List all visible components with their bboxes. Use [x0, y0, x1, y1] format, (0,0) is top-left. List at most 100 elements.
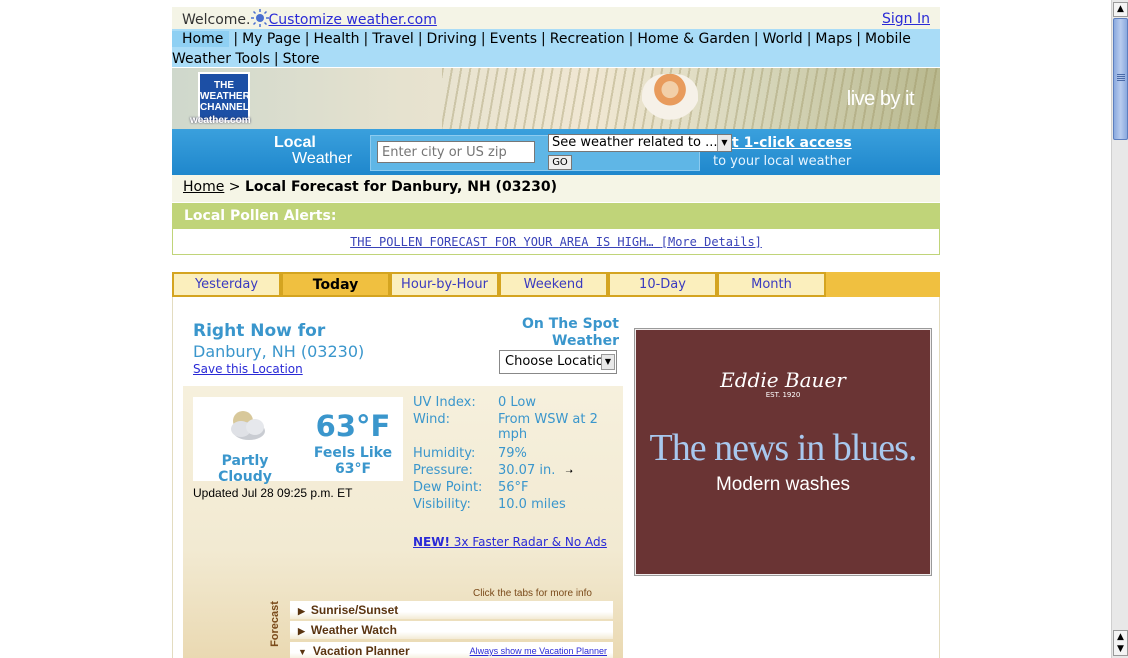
logo-line: CHANNEL — [200, 102, 249, 113]
nav-item-maps[interactable]: Maps — [815, 31, 852, 47]
weather-related-select[interactable]: See weather related to ... ▼ — [548, 134, 732, 152]
tab-hour-by-hour[interactable]: Hour-by-Hour — [390, 272, 499, 297]
detail-value: 0 Low — [498, 395, 537, 410]
conditions-details: UV Index: 0 Low Wind: From WSW at 2 mph Hu… — [413, 395, 618, 514]
banner-person-image — [642, 74, 698, 126]
detail-label: Visibility: — [413, 497, 471, 512]
forecast-tabs-hint: Click the tabs for more info — [473, 588, 592, 599]
pollen-more-details: [More Details] — [660, 235, 762, 249]
city-search-input[interactable] — [377, 141, 535, 163]
sunrise-sunset-tab[interactable]: ▶ Sunrise/Sunset — [290, 601, 613, 619]
nav-separator: | — [273, 51, 279, 67]
detail-row: Wind: From WSW at 2 mph — [413, 412, 618, 446]
choose-location-select[interactable]: Choose Locatio ▼ — [499, 350, 617, 374]
always-show-vacation-link[interactable]: Always show me Vacation Planner — [470, 646, 607, 656]
breadcrumb-current: Local Forecast for Danbury, NH (03230) — [244, 179, 558, 195]
advertisement[interactable]: Eddie Bauer EST. 1920 The news in blues.… — [634, 328, 932, 576]
detail-value: 10.0 miles — [498, 497, 566, 512]
expand-arrow-icon: ▶ — [298, 606, 305, 616]
scroll-thumb[interactable] — [1113, 18, 1128, 140]
pollen-alert-link[interactable]: THE POLLEN FORECAST FOR YOUR AREA IS HIG… — [350, 235, 762, 249]
nav-item-recreation[interactable]: Recreation — [550, 31, 625, 47]
tab-today[interactable]: Today — [281, 272, 390, 297]
nav-separator: | — [856, 31, 861, 47]
pressure-value: 30.07 in. — [498, 463, 556, 478]
forecast-tab-label: Sunrise/Sunset — [310, 603, 399, 617]
nav-separator: | — [541, 31, 546, 47]
nav-item-home-garden[interactable]: Home & Garden — [637, 31, 749, 47]
ad-brand-logo: Eddie Bauer — [720, 368, 846, 392]
go-button[interactable]: GO — [548, 155, 572, 170]
chevron-down-icon: ▼ — [601, 354, 615, 370]
forecast-vertical-label: Forecast — [269, 596, 290, 656]
forecast-tab-label: Weather Watch — [310, 623, 397, 637]
tab-10-day[interactable]: 10-Day — [608, 272, 717, 297]
radar-new-label: NEW! — [413, 535, 450, 549]
right-now-location: Danbury, NH (03230) — [193, 342, 365, 361]
nav-separator: | — [304, 31, 310, 47]
forecast-tab-label: Vacation Planner — [312, 644, 410, 658]
detail-label: Dew Point: — [413, 480, 483, 495]
main-content: Right Now for Danbury, NH (03230) Save t… — [172, 297, 940, 658]
tab-yesterday[interactable]: Yesterday — [172, 272, 281, 297]
radar-link-text: 3x Faster Radar & No Ads — [449, 535, 607, 549]
tab-month[interactable]: Month — [717, 272, 826, 297]
detail-value: 30.07 in. ➝ — [498, 463, 616, 478]
right-now-title: Right Now for — [193, 321, 326, 341]
detail-row: Pressure: 30.07 in. ➝ — [413, 463, 618, 480]
sun-icon — [250, 9, 269, 27]
breadcrumb-home-link[interactable]: Home — [183, 179, 224, 195]
ad-subheadline: Modern washes — [715, 474, 851, 495]
save-location-link[interactable]: Save this Location — [193, 362, 303, 376]
nav-item-store[interactable]: Store — [283, 51, 320, 67]
one-click-access-link[interactable]: t 1-click access — [732, 135, 852, 151]
nav-item-world[interactable]: World — [763, 31, 803, 47]
condition-text: Partly Cloudy — [218, 453, 272, 485]
nav-separator: | — [363, 31, 369, 47]
customize-link[interactable]: Customize weather.com — [269, 12, 437, 28]
nav-item-home[interactable]: Home — [172, 31, 230, 47]
ad-creative[interactable]: Eddie Bauer EST. 1920 The news in blues.… — [636, 330, 930, 574]
breadcrumb-separator: > — [224, 179, 245, 195]
nav-separator: | — [806, 31, 812, 47]
on-the-spot-title: On The Spot Weather — [521, 316, 619, 349]
updated-timestamp: Updated Jul 28 09:25 p.m. ET — [193, 486, 353, 500]
scroll-up-arrow-icon[interactable]: ▲ — [1113, 2, 1128, 17]
detail-row: Humidity: 79% — [413, 446, 618, 463]
welcome-bar: Welcome. Customize weather.com Sign In — [172, 7, 940, 29]
banner: THE WEATHER CHANNEL weather.com live by … — [172, 68, 940, 129]
nav-item-driving[interactable]: Driving — [427, 31, 477, 47]
faster-radar-link[interactable]: NEW! 3x Faster Radar & No Ads — [413, 535, 607, 549]
detail-row: Dew Point: 56°F — [413, 480, 618, 497]
main-nav: Home | My Page | Health | Travel | Driving | Event… — [172, 29, 940, 67]
local-weather-title: Local Weather — [274, 135, 352, 167]
detail-label: Wind: — [413, 412, 451, 427]
nav-item-health[interactable]: Health — [314, 31, 360, 47]
detail-row: Visibility: 10.0 miles — [413, 497, 618, 514]
nav-separator: | — [753, 31, 759, 47]
one-click-access-subtext: to your local weather — [713, 154, 852, 169]
pollen-alert-text: THE POLLEN FORECAST FOR YOUR AREA IS HIG… — [350, 235, 654, 249]
feels-like-label: Feels Like — [313, 445, 393, 461]
nav-separator: | — [233, 31, 239, 47]
vertical-scrollbar[interactable]: ▲ ▲ ▼ — [1111, 0, 1128, 658]
pollen-alerts-heading: Local Pollen Alerts: — [172, 203, 940, 229]
logo-line: WEATHER — [200, 91, 250, 102]
weather-watch-tab[interactable]: ▶ Weather Watch — [290, 621, 613, 639]
feels-like: Feels Like 63°F — [311, 445, 395, 477]
nav-item-travel[interactable]: Travel — [372, 31, 414, 47]
nav-item-events[interactable]: Events — [490, 31, 537, 47]
forecast-vertical-text: Forecast — [268, 601, 281, 647]
tab-weekend[interactable]: Weekend — [499, 272, 608, 297]
nav-item-weather-tools[interactable]: Weather Tools — [172, 51, 270, 67]
detail-label: Humidity: — [413, 446, 476, 461]
nav-item-my-page[interactable]: My Page — [242, 31, 301, 47]
scroll-down-arrow-icon[interactable]: ▲ ▼ — [1113, 630, 1128, 656]
detail-value: 79% — [498, 446, 527, 461]
nav-item-mobile[interactable]: Mobile — [865, 31, 911, 47]
breadcrumb: Home > Local Forecast for Danbury, NH (0… — [172, 175, 940, 202]
tagline: live by it — [846, 88, 915, 110]
local-weather-bar: Local Weather See weather related to ...… — [172, 129, 940, 175]
sign-in-link[interactable]: Sign In — [882, 11, 930, 27]
vacation-planner-tab[interactable]: ▼ Vacation Planner Always show me Vacation… — [290, 642, 613, 658]
